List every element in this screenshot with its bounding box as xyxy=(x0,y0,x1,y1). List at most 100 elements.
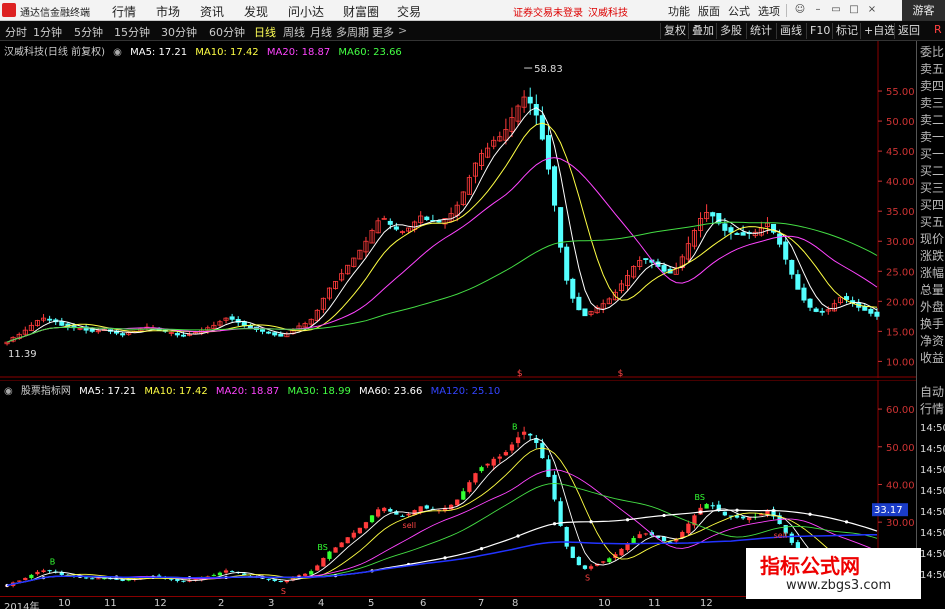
period-monthly[interactable]: 月线 xyxy=(310,24,332,40)
side-item[interactable]: 卖一 xyxy=(920,130,945,144)
ind-candle-body xyxy=(552,474,557,500)
adjust-button[interactable]: 复权 xyxy=(660,23,689,39)
more-dropdown-icon[interactable]: > xyxy=(398,24,407,37)
period-weekly[interactable]: 周线 xyxy=(283,24,305,40)
menu-function[interactable]: 功能 xyxy=(668,3,690,19)
period-daily[interactable]: 日线 xyxy=(254,24,276,40)
menu-quotes[interactable]: 行情 xyxy=(112,3,136,20)
side-item[interactable]: 买一 xyxy=(920,147,945,161)
ind-candle-body xyxy=(503,452,509,456)
app-title: 通达信金融终端 xyxy=(20,8,90,19)
user-icon[interactable]: ☺ xyxy=(794,4,806,16)
ind-candle-body xyxy=(41,570,46,573)
side-item[interactable]: 净资 xyxy=(920,334,945,348)
ind-candle-body xyxy=(667,541,673,543)
menu-ask[interactable]: 问小达 xyxy=(288,3,324,20)
minimize-icon[interactable]: – xyxy=(812,4,824,16)
side-item[interactable]: 涨幅 xyxy=(920,266,945,280)
menu-wealth[interactable]: 财富圈 xyxy=(343,3,379,20)
period-multi[interactable]: 多周期 xyxy=(336,24,369,40)
menu-discover[interactable]: 发现 xyxy=(244,3,268,20)
indicator-settings-icon[interactable]: ◉ xyxy=(4,386,13,397)
ind-ma60-legend: MA60: 23.66 xyxy=(359,386,423,397)
mark-button[interactable]: 标记 xyxy=(832,23,861,39)
side-item[interactable]: 现价 xyxy=(920,232,945,246)
side-item[interactable]: 买四 xyxy=(920,198,945,212)
restore-icon[interactable]: ▭ xyxy=(830,4,842,16)
menu-formula[interactable]: 公式 xyxy=(728,3,750,19)
multi-stock-button[interactable]: 多股 xyxy=(716,23,745,39)
overlay-button[interactable]: 叠加 xyxy=(688,23,717,39)
main-price-chart[interactable]: 55.00 50.00 45.00 40.00 35.00 30.00 25.00 20.00… xyxy=(0,41,916,379)
ind-candle-body xyxy=(315,565,320,571)
menu-market[interactable]: 市场 xyxy=(156,3,180,20)
side-item[interactable]: 外盘 xyxy=(920,300,945,314)
main-chart-canvas[interactable]: 55.00 50.00 45.00 40.00 35.00 30.00 25.00 20.00… xyxy=(0,41,916,379)
candle-body xyxy=(558,207,564,248)
add-watchlist-button[interactable]: +自选 xyxy=(860,23,898,39)
time-tick-label: 3 xyxy=(268,598,275,609)
side-time-label: 14:50 xyxy=(920,507,945,518)
candle-body xyxy=(807,298,813,308)
ma20-line xyxy=(6,157,878,343)
ma10-legend: MA10: 17.42 xyxy=(195,47,259,58)
close-icon[interactable]: × xyxy=(866,4,878,16)
dividend-marker: $ xyxy=(618,369,624,378)
side-item[interactable]: 卖五 xyxy=(920,62,945,76)
side-item[interactable]: 总量 xyxy=(920,283,945,297)
menu-trade[interactable]: 交易 xyxy=(397,3,421,20)
price-tick-label: 20.00 xyxy=(886,297,915,308)
menu-news[interactable]: 资讯 xyxy=(200,3,224,20)
period-timeshare[interactable]: 分时 xyxy=(5,24,27,40)
side-item-auto[interactable]: 行情 xyxy=(920,402,945,416)
ind-candle-body xyxy=(631,537,636,544)
side-item[interactable]: 买三 xyxy=(920,181,945,195)
guest-button[interactable]: 游客 xyxy=(902,0,945,21)
side-item[interactable]: 换手 xyxy=(920,317,945,331)
side-item[interactable]: 买五 xyxy=(920,215,945,229)
period-15min[interactable]: 15分钟 xyxy=(114,24,150,40)
settings-dot-icon[interactable]: ◉ xyxy=(113,47,122,58)
side-item[interactable]: 委比 xyxy=(920,45,945,59)
side-item[interactable]: 卖二 xyxy=(920,113,945,127)
draw-button[interactable]: 画线 xyxy=(776,23,805,39)
signal-label: S xyxy=(281,587,286,596)
back-button[interactable]: 返回 xyxy=(894,23,923,39)
ind-candle-body xyxy=(570,546,575,558)
stats-button[interactable]: 统计 xyxy=(746,23,775,39)
candle-body xyxy=(89,328,95,332)
maximize-icon[interactable]: □ xyxy=(848,4,860,16)
candle-body xyxy=(734,233,740,235)
period-5min[interactable]: 5分钟 xyxy=(74,24,103,40)
side-item[interactable]: 卖四 xyxy=(920,79,945,93)
price-tick-label: 30.00 xyxy=(886,237,915,248)
menu-options[interactable]: 选项 xyxy=(758,3,780,19)
period-60min[interactable]: 60分钟 xyxy=(209,24,245,40)
ind-candle-body xyxy=(418,506,423,512)
ind-candle-body xyxy=(740,516,746,519)
ind-ma60-dot xyxy=(589,520,593,524)
side-item[interactable]: 卖三 xyxy=(920,96,945,110)
signal-label: BS xyxy=(317,543,327,552)
ind-candle-body xyxy=(607,558,612,563)
ma5-legend: MA5: 17.21 xyxy=(130,47,188,58)
ind-candle-body xyxy=(309,571,314,575)
period-30min[interactable]: 30分钟 xyxy=(161,24,197,40)
f10-button[interactable]: F10 xyxy=(806,23,833,39)
time-tick-label: 10 xyxy=(58,598,71,609)
ma5-line xyxy=(6,107,878,343)
period-more[interactable]: 更多 xyxy=(372,24,394,40)
time-tick-label: 12 xyxy=(700,598,713,609)
login-notice[interactable]: 证券交易未登录 xyxy=(513,4,583,19)
candle-body xyxy=(260,329,266,332)
side-item[interactable]: 涨跌 xyxy=(920,249,945,263)
ind-candle-body xyxy=(515,437,521,444)
side-item[interactable]: 买二 xyxy=(920,164,945,178)
side-item[interactable]: 收益 xyxy=(920,351,945,365)
candle-body xyxy=(564,246,570,281)
period-1min[interactable]: 1分钟 xyxy=(33,24,62,40)
ind-candle-body xyxy=(479,467,484,472)
side-item-auto[interactable]: 自动 xyxy=(920,385,945,399)
ind-candle-body xyxy=(302,573,308,576)
menu-layout[interactable]: 版面 xyxy=(698,3,720,19)
